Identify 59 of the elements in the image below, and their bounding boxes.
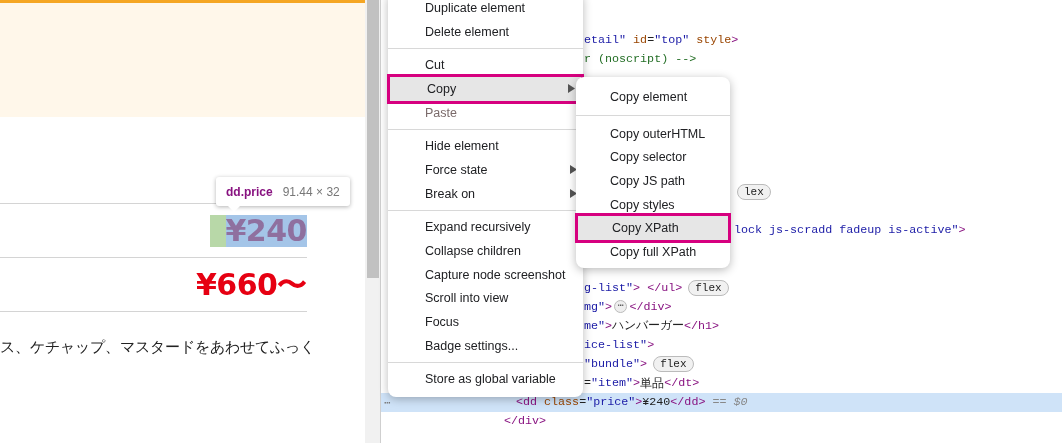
code-text: r (noscript) --> xyxy=(584,51,697,66)
menu-item[interactable]: Badge settings... xyxy=(388,333,583,358)
code-text: = xyxy=(579,395,587,410)
code-text: > xyxy=(605,299,613,314)
code-text: > xyxy=(640,357,648,372)
code-text: "top" xyxy=(654,32,690,47)
code-text: "bundle" xyxy=(584,357,641,372)
code-text: <dd xyxy=(516,395,538,410)
menu-item[interactable]: Duplicate element xyxy=(388,0,583,20)
layout-badge[interactable]: flex xyxy=(688,279,729,296)
code-text: mg" xyxy=(584,299,606,314)
code-text: </dd> xyxy=(670,395,706,410)
size-text: 91.44 × 32 xyxy=(282,184,340,199)
code-text: etail" xyxy=(584,32,627,47)
code-text: > xyxy=(605,318,613,333)
menu-item[interactable]: Copy xyxy=(390,77,581,101)
layout-badge[interactable]: flex xyxy=(653,356,694,373)
code-text: "item" xyxy=(591,376,634,391)
menu-item[interactable]: Copy outerHTML xyxy=(576,121,730,146)
code-text: > xyxy=(731,32,739,47)
selected-row[interactable]: ⋯ <dd class="price">¥240</dd> == $0 xyxy=(381,392,1062,412)
code-text: me" xyxy=(584,318,606,333)
code-text: </div> xyxy=(504,414,547,429)
price: ¥240 xyxy=(209,214,307,247)
layout-badge[interactable]: lex xyxy=(737,184,771,201)
code-text: > xyxy=(633,376,641,391)
menu-item[interactable]: Focus xyxy=(388,310,583,334)
code-text: </dt> xyxy=(664,376,700,391)
menu-item[interactable]: Copy full XPath xyxy=(576,240,730,264)
menu-item[interactable]: Capture node screenshot xyxy=(388,262,583,287)
code-text: lock js-scradd fadeup is-active" xyxy=(734,223,959,238)
code-text: style xyxy=(695,32,732,47)
code-text: </div> xyxy=(629,299,672,314)
description-text: ス、ケチャップ、マスタードをあわせてふっく xyxy=(0,338,316,357)
code-text: > xyxy=(958,223,966,238)
code-text: class xyxy=(543,395,580,410)
scrollbar-thumb[interactable] xyxy=(366,0,379,278)
code-text: ¥240 xyxy=(642,395,671,410)
code-text: = xyxy=(584,376,591,391)
code-text: = xyxy=(647,32,655,47)
menu-item[interactable]: Delete element xyxy=(388,19,583,44)
code-text: > xyxy=(635,395,643,410)
code-text: ハンバーガー xyxy=(612,318,685,334)
code-text: g-list" xyxy=(584,280,634,295)
collapsed-badge[interactable]: ⋯ xyxy=(614,300,628,314)
code-text: == $0 xyxy=(711,395,748,410)
price: ¥660〜 xyxy=(196,268,307,301)
code-text: "price" xyxy=(586,395,636,410)
code-text: ice-list" xyxy=(584,338,648,353)
code-text: 単品 xyxy=(640,375,665,391)
menu-item[interactable]: Scroll into view xyxy=(388,286,583,311)
menu-item[interactable]: Cut xyxy=(388,53,583,78)
menu-item[interactable]: Store as global variable xyxy=(388,367,583,392)
menu-item[interactable]: Copy XPath xyxy=(578,216,728,241)
code-text: > xyxy=(647,338,655,353)
selector-text: dd.price xyxy=(226,184,273,199)
code-text: </h1> xyxy=(684,318,720,333)
code-text: id xyxy=(632,32,648,47)
code-text: > </ul> xyxy=(633,280,683,295)
